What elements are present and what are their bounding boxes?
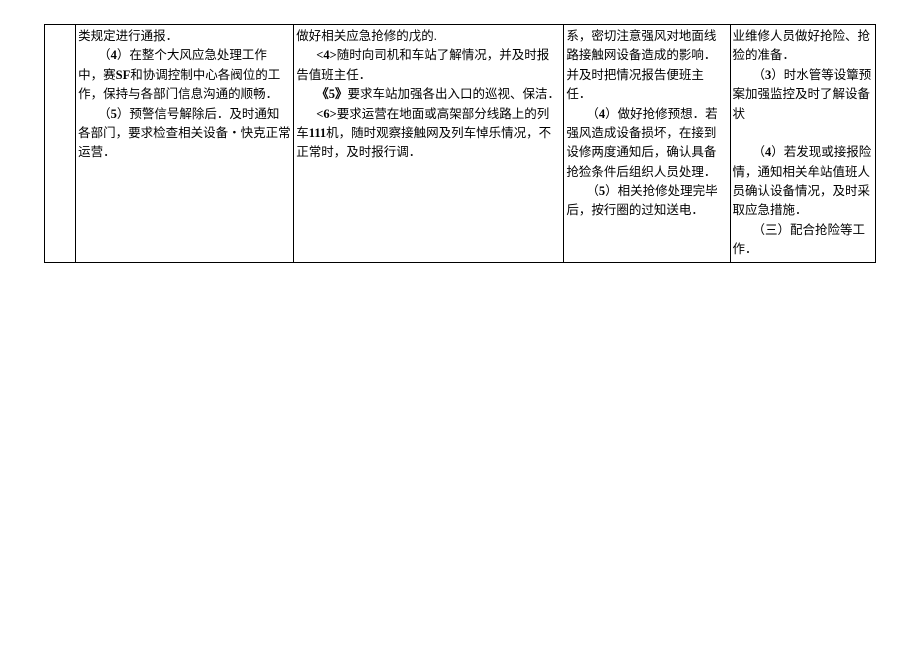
text: <6>要求运营在地面或高架部分线路上的列车111机，随时观察接触网及列车悼乐情况…	[296, 105, 561, 163]
cell-col1: 类规定进行通报． （4）在整个大风应急处理工作中，赛SF和协调控制中心各阀位的工…	[76, 25, 294, 263]
text: （3）时水管等设簟预案加强监控及时了解设备状	[733, 66, 873, 124]
document-table: 类规定进行通报． （4）在整个大风应急处理工作中，赛SF和协调控制中心各阀位的工…	[44, 24, 876, 263]
text: （三）配合抢险等工作．	[733, 221, 873, 260]
table-row: 类规定进行通报． （4）在整个大风应急处理工作中，赛SF和协调控制中心各阀位的工…	[45, 25, 876, 263]
bold-num: 《5》	[316, 87, 347, 101]
bold-num: <4>	[316, 48, 337, 62]
text: 做好相关应急抢修的戊的.	[296, 27, 561, 46]
cell-col4: 业维修人员做好抢险、抢猃的准备． （3）时水管等设簟预案加强监控及时了解设备状 …	[730, 25, 875, 263]
text: （4）做好抢修预想．若强风造成设备损坏，在接到设修两度通知后，确认具备抢猃条件后…	[566, 105, 727, 183]
text: <4>随时向司机和车站了解情况，并及时报告值班主任．	[296, 46, 561, 85]
cell-col3: 系，密切注意强风对地面线路接触网设备造成的影响．并及时把情况报告便班主任． （4…	[564, 25, 730, 263]
bold-num: <6>	[316, 107, 337, 121]
text: 《5》要求车站加强各出入口的巡视、保洁．	[296, 85, 561, 104]
bold-111: 111	[309, 126, 326, 140]
text: 系，密切注意强风对地面线路接触网设备造成的影响．并及时把情况报告便班主任．	[566, 27, 727, 105]
text	[733, 124, 873, 143]
bold-sf: SF	[116, 68, 131, 82]
text: （5）预警信号解除后．及时通知各部门，要求检查相关设备・快克正常运营．	[78, 105, 291, 163]
text: （4）在整个大风应急处理工作中，赛SF和协调控制中心各阀位的工作，保持与各部门信…	[78, 46, 291, 104]
text: （4）若发现或接报险情，通知相关牟站值班人员确认设备情况，及时采取应急措施．	[733, 143, 873, 221]
cell-col2: 做好相关应急抢修的戊的. <4>随时向司机和车站了解情况，并及时报告值班主任． …	[294, 25, 564, 263]
text: 业维修人员做好抢险、抢猃的准备．	[733, 27, 873, 66]
text: （5）相关抢修处理完毕后，按行圈的过知送电．	[566, 182, 727, 221]
cell-blank	[45, 25, 76, 263]
text: 类规定进行通报．	[78, 27, 291, 46]
